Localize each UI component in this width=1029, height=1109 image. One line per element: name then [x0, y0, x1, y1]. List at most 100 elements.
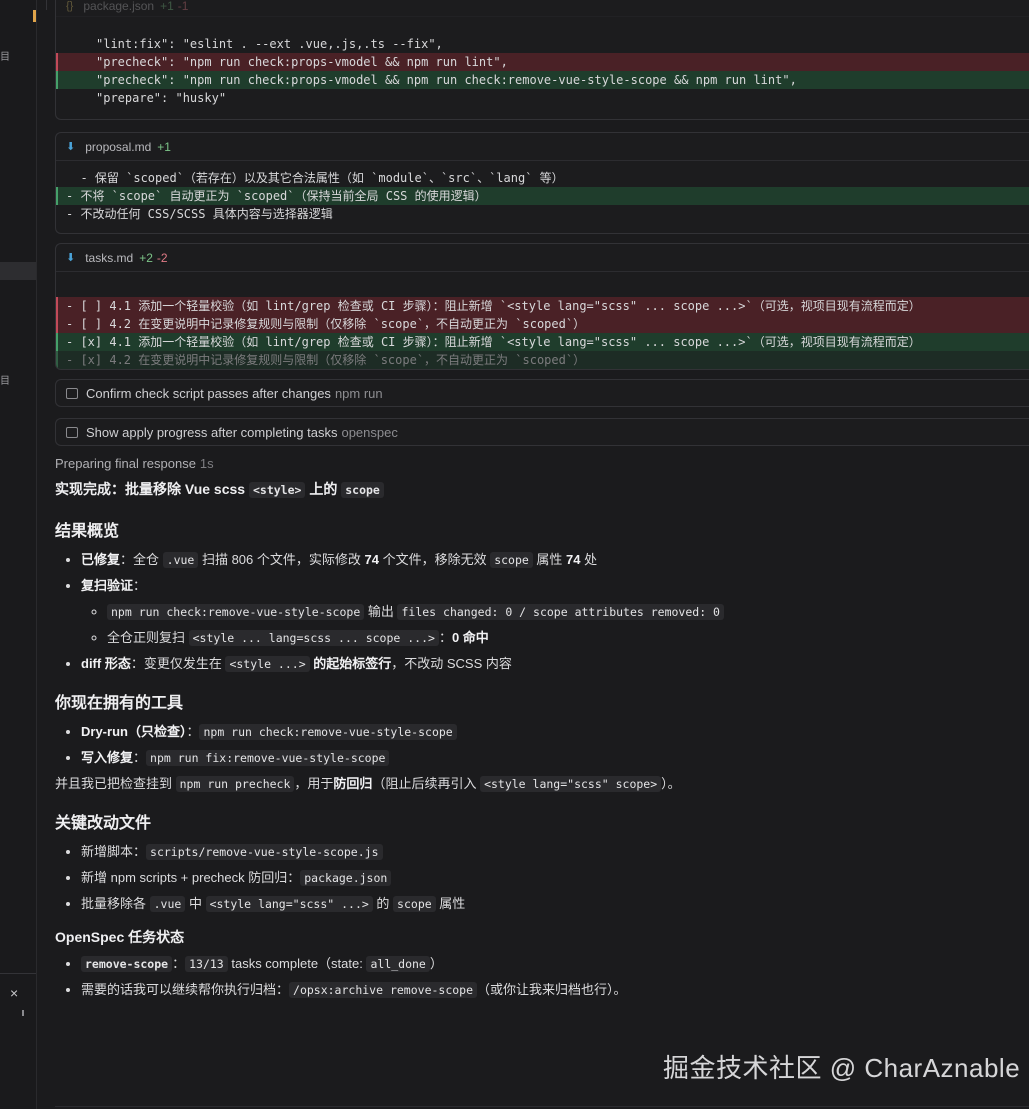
inline-code: npm run precheck: [175, 776, 295, 792]
divider: [0, 973, 36, 974]
diff-line-added: "precheck": "npm run check:props-vmodel …: [56, 71, 1029, 89]
removed-count: -2: [156, 250, 168, 265]
diff-card-header[interactable]: ⬇ proposal.md +1: [56, 133, 1029, 161]
bold-label: 已修复: [81, 552, 121, 567]
bullet-list: remove-scope：13/13 tasks complete（state:…: [55, 955, 1015, 999]
list-item: 全仓正则复扫 <style ... lang=scss ... scope ..…: [107, 629, 1015, 647]
list-item: 需要的话我可以继续帮你执行归档：/opsx:archive remove-sco…: [81, 981, 1015, 999]
section-heading: OpenSpec 任务状态: [55, 929, 185, 945]
text: ，用于: [294, 776, 334, 791]
list-item: remove-scope：13/13 tasks complete（state:…: [81, 955, 1015, 973]
section-heading: 关键改动文件: [55, 815, 152, 832]
text: ：: [133, 578, 147, 593]
text: 全仓正则复扫: [107, 630, 189, 645]
inline-code: scope: [341, 482, 384, 498]
text: （阻止后续再引入: [372, 776, 481, 791]
text: ，不改动 SCSS 内容: [391, 656, 512, 671]
terminal-icon: [66, 387, 78, 399]
text: 并且我已把检查挂到: [55, 776, 176, 791]
inline-code: remove-scope: [81, 956, 173, 972]
status-line: Preparing final response 1s: [55, 456, 1015, 471]
bold-label: Dry-run（只检查）: [81, 724, 187, 739]
rail-glyph: 目: [0, 376, 10, 387]
bullet-list: Dry-run（只检查）：npm run check:remove-vue-st…: [55, 723, 1015, 767]
text: 新增脚本：: [81, 844, 147, 859]
text: 个文件，移除无效: [378, 552, 491, 567]
text: 新增 npm scripts + precheck 防回归：: [81, 870, 301, 885]
inline-code: .vue: [149, 896, 186, 912]
assistant-response: Preparing final response 1s 实现完成：批量移除 Vue…: [55, 456, 1015, 1007]
diff-line: - 不改动任何 CSS/SCSS 具体内容与选择器逻辑: [66, 207, 333, 221]
status-time: 1s: [199, 456, 214, 471]
inline-code: scope: [490, 552, 533, 568]
text: ：: [438, 630, 452, 645]
diff-line-removed: "precheck": "npm run check:props-vmodel …: [56, 53, 1029, 71]
section-heading: 结果概览: [55, 523, 120, 540]
diff-code: "lint:fix": "eslint . --ext .vue,.js,.ts…: [56, 17, 1029, 107]
text: 处: [580, 552, 598, 567]
text: ：: [186, 724, 200, 739]
diff-code: - 保留 `scoped`（若存在）以及其它合法属性（如 `module`、`s…: [56, 161, 1029, 223]
rail-glyph: 目: [0, 52, 10, 63]
text: ：全仓: [120, 552, 163, 567]
title-text: 实现完成：批量移除 Vue scss: [55, 481, 249, 497]
list-item: 已修复：全仓 .vue 扫描 806 个文件，实际修改 74 个文件，移除无效 …: [81, 551, 1015, 569]
download-icon: ⬇: [66, 141, 76, 153]
diff-card-tasks-md: ⬇ tasks.md +2 -2 - [ ] 4.1 添加一个轻量校验（如 li…: [55, 243, 1029, 370]
diff-line-added: - 不将 `scope` 自动更正为 `scoped`（保持当前全局 CSS 的…: [56, 187, 1029, 205]
inline-code: /opsx:archive remove-scope: [289, 982, 478, 998]
divider: [46, 0, 47, 10]
text: 中: [185, 896, 206, 911]
tool-call-label: Show apply progress after completing tas…: [86, 424, 338, 440]
bold-number: 74: [364, 552, 379, 567]
tool-call-command: openspec: [341, 424, 398, 440]
bold-text: 的起始标签行: [309, 656, 392, 671]
status-text: Preparing final response: [55, 456, 196, 471]
modified-marker: [33, 10, 36, 22]
list-item: 新增 npm scripts + precheck 防回归：package.js…: [81, 869, 1015, 887]
diff-card-header[interactable]: {} package.json +1 -1: [56, 0, 1029, 17]
diff-line-removed: - [ ] 4.1 添加一个轻量校验（如 lint/grep 检查或 CI 步骤…: [56, 297, 1029, 315]
added-count: +2: [139, 250, 153, 265]
bold-text: 0 命中: [451, 630, 489, 645]
diff-line: "lint:fix": "eslint . --ext .vue,.js,.ts…: [96, 37, 443, 51]
text: ：: [172, 956, 186, 971]
title-text: 上的: [305, 481, 342, 497]
diff-code: - [ ] 4.1 添加一个轻量校验（如 lint/grep 检查或 CI 步骤…: [56, 272, 1029, 369]
text: 的: [372, 896, 394, 911]
text: ：变更仅发生在: [130, 656, 226, 671]
tool-call-row[interactable]: Confirm check script passes after change…: [55, 379, 1029, 407]
inline-code: npm run check:remove-vue-style-scope: [107, 604, 365, 620]
close-icon[interactable]: ×: [10, 985, 18, 1001]
bullet-list: 新增脚本：scripts/remove-vue-style-scope.js 新…: [55, 843, 1015, 913]
file-name: package.json: [83, 0, 155, 13]
added-count: +1: [160, 0, 174, 13]
list-item: 批量移除各 .vue 中 <style lang="scss" ...> 的 s…: [81, 895, 1015, 913]
text: 需要的话我可以继续帮你执行归档：: [81, 982, 290, 997]
text: 批量移除各: [81, 896, 150, 911]
bullet-list: 已修复：全仓 .vue 扫描 806 个文件，实际修改 74 个文件，移除无效 …: [55, 551, 1015, 673]
diff-line-removed: - [ ] 4.2 在变更说明中记录修复规则与限制（仅移除 `scope`，不自…: [56, 315, 1029, 333]
diff-card-package-json: {} package.json +1 -1 "lint:fix": "eslin…: [55, 0, 1029, 120]
inline-code: files changed: 0 / scope attributes remo…: [397, 604, 724, 620]
left-rail: 目 目 ×: [0, 0, 37, 1109]
inline-code: all_done: [366, 956, 430, 972]
list-item: 复扫验证： npm run check:remove-vue-style-sco…: [81, 577, 1015, 647]
rail-highlight[interactable]: [0, 262, 36, 280]
inline-code: .vue: [162, 552, 199, 568]
diff-card-proposal-md: ⬇ proposal.md +1 - 保留 `scoped`（若存在）以及其它合…: [55, 132, 1029, 234]
text: tasks complete（state:: [227, 956, 367, 971]
inline-code: <style>: [248, 482, 306, 498]
diff-line: "prepare": "husky": [96, 91, 227, 105]
sub-list: npm run check:remove-vue-style-scope 输出 …: [81, 603, 1015, 647]
removed-count: -1: [177, 0, 189, 13]
diff-card-header[interactable]: ⬇ tasks.md +2 -2: [56, 244, 1029, 272]
bold-label: diff 形态: [81, 656, 131, 671]
tool-call-row[interactable]: Show apply progress after completing tas…: [55, 418, 1029, 446]
tool-call-command: npm run: [334, 385, 383, 401]
bold-label: 写入修复: [81, 750, 134, 765]
divider: [55, 1106, 1029, 1107]
inline-code: package.json: [300, 870, 392, 886]
diff-line: - 保留 `scoped`（若存在）以及其它合法属性（如 `module`、`s…: [66, 171, 564, 185]
text: 输出: [364, 604, 398, 619]
